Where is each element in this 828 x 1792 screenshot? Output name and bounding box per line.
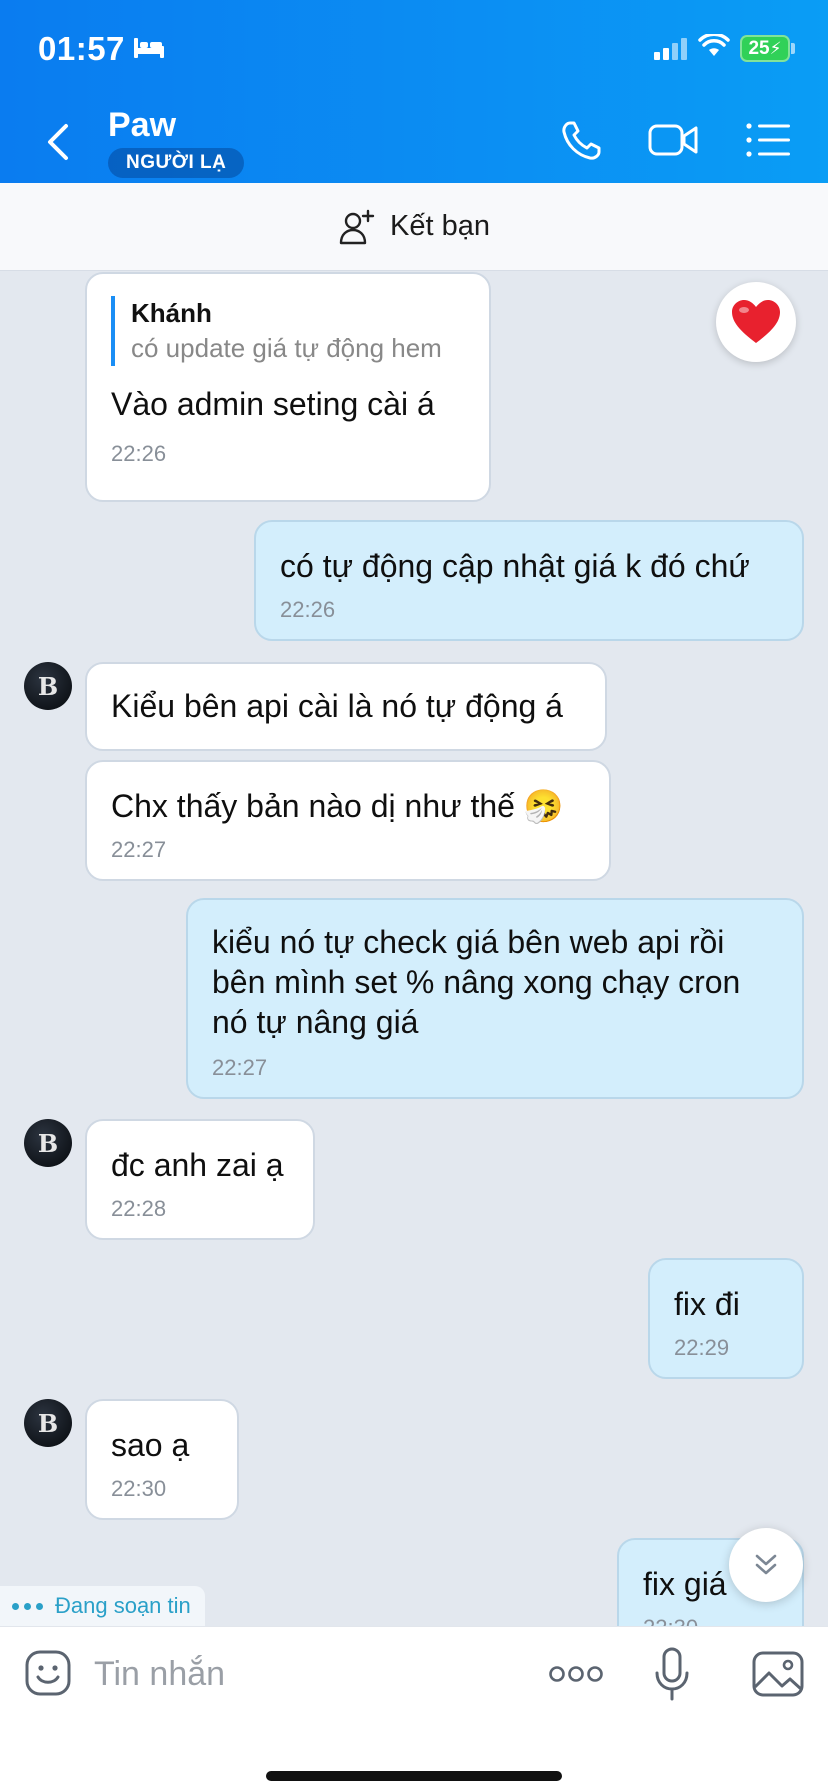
- message-input[interactable]: [94, 1647, 514, 1701]
- video-call-button[interactable]: [648, 118, 698, 162]
- chat-options-button[interactable]: [744, 118, 794, 162]
- message-time: 22:30: [111, 1476, 167, 1501]
- reply-author: Khánh: [131, 298, 212, 328]
- message-text: Kiểu bên api cài là nó tự động á: [111, 688, 563, 724]
- contact-avatar[interactable]: B: [24, 662, 72, 710]
- message-bubble-incoming[interactable]: Chx thấy bản nào dị như thế 🤧 22:27: [85, 760, 611, 881]
- message-time: 22:26: [280, 597, 336, 622]
- typing-dots-icon: [12, 1602, 43, 1610]
- scroll-to-bottom-button[interactable]: [729, 1528, 803, 1602]
- sleep-mode-icon: [134, 38, 164, 58]
- message-text: có tự động cập nhật giá k đó chứ: [280, 548, 750, 584]
- status-time: 01:57: [38, 30, 125, 67]
- battery-tip: [791, 43, 795, 54]
- typing-label: Đang soạn tin: [55, 1593, 191, 1618]
- image-button[interactable]: [752, 1649, 804, 1699]
- battery-icon: 25 ⚡: [740, 35, 790, 62]
- reply-text: có update giá tự động hem: [131, 333, 442, 363]
- battery-level: 25: [748, 37, 770, 59]
- chat-header: 01:57 25 ⚡ Paw NGƯỜI LẠ: [0, 0, 828, 183]
- cellular-signal-icon: [654, 38, 687, 60]
- message-composer: [0, 1626, 828, 1792]
- message-time: 22:27: [212, 1055, 268, 1080]
- message-bubble-incoming[interactable]: sao ạ 22:30: [85, 1399, 239, 1520]
- heart-reaction-icon[interactable]: [716, 282, 796, 362]
- voice-call-button[interactable]: [558, 118, 608, 162]
- message-text: Vào admin seting cài á: [111, 386, 435, 422]
- contact-avatar[interactable]: B: [24, 1399, 72, 1447]
- charging-bolt-icon: ⚡: [769, 38, 782, 58]
- chevron-double-down-icon: [755, 1554, 777, 1575]
- add-friend-label: Kết bạn: [390, 210, 490, 242]
- message-text: đc anh zai ạ: [111, 1147, 284, 1183]
- message-time: 22:26: [111, 441, 167, 466]
- typing-indicator: Đang soạn tin: [0, 1586, 205, 1626]
- more-options-button[interactable]: [548, 1657, 604, 1691]
- message-bubble-incoming[interactable]: đc anh zai ạ 22:28: [85, 1119, 315, 1240]
- message-bubble-incoming[interactable]: Kiểu bên api cài là nó tự động á: [85, 662, 607, 751]
- message-bubble-incoming[interactable]: Khánh có update giá tự động hem Vào admi…: [85, 272, 491, 502]
- emoji-button[interactable]: [24, 1649, 72, 1697]
- back-button[interactable]: [40, 118, 76, 166]
- home-indicator: [266, 1771, 562, 1781]
- message-time: 22:27: [111, 837, 167, 862]
- microphone-button[interactable]: [654, 1647, 690, 1703]
- add-friend-button[interactable]: Kết bạn: [0, 183, 828, 271]
- message-time: 22:29: [674, 1335, 730, 1360]
- message-text: Chx thấy bản nào dị như thế 🤧: [111, 788, 564, 824]
- add-friend-icon: [339, 209, 375, 244]
- reply-quote[interactable]: Khánh có update giá tự động hem: [111, 296, 465, 366]
- message-bubble-outgoing[interactable]: có tự động cập nhật giá k đó chứ 22:26: [254, 520, 804, 641]
- message-text: fix đi: [674, 1286, 740, 1322]
- contact-avatar[interactable]: B: [24, 1119, 72, 1167]
- message-time: 22:28: [111, 1196, 167, 1221]
- message-text: sao ạ: [111, 1427, 190, 1463]
- message-bubble-outgoing[interactable]: kiểu nó tự check giá bên web api rồi bên…: [186, 898, 804, 1099]
- chat-screen: 01:57 25 ⚡ Paw NGƯỜI LẠ Kết bạn Khánh có…: [0, 0, 828, 1792]
- contact-name[interactable]: Paw: [108, 106, 176, 145]
- message-bubble-outgoing[interactable]: fix đi 22:29: [648, 1258, 804, 1379]
- message-text: kiểu nó tự check giá bên web api rồi bên…: [212, 924, 741, 1040]
- wifi-icon: [698, 34, 730, 56]
- stranger-badge: NGƯỜI LẠ: [108, 148, 245, 178]
